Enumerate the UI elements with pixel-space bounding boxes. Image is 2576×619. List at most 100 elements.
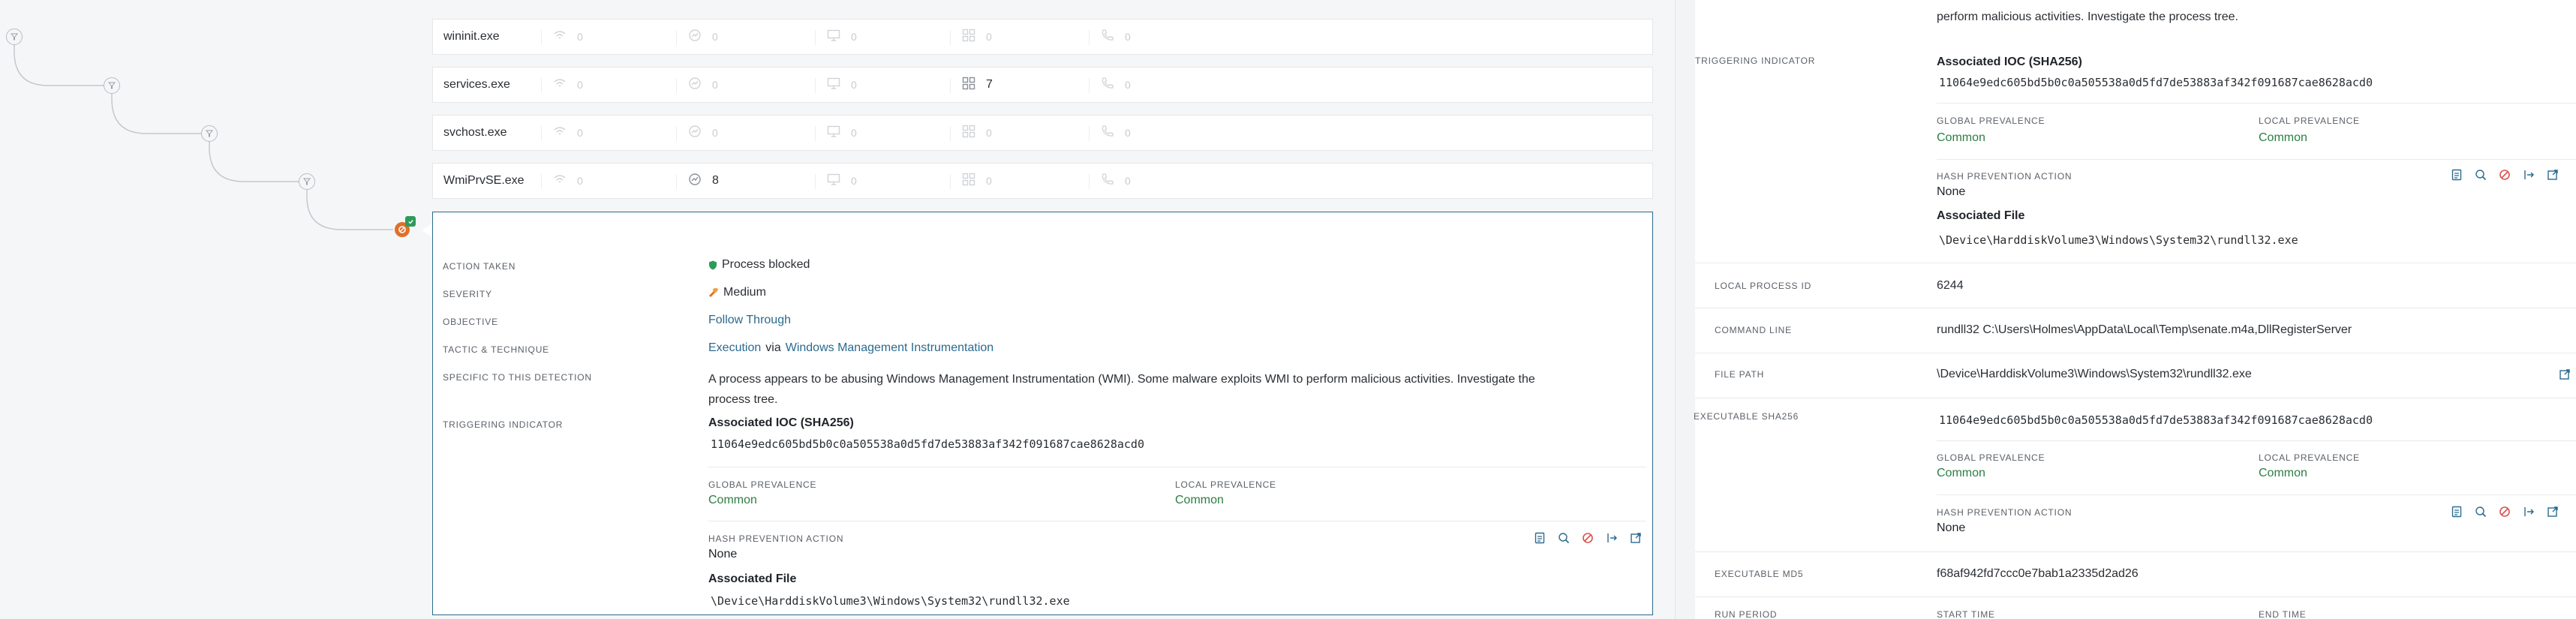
tree-node-wmiprvse[interactable] [299,173,315,190]
search-icon[interactable] [2474,168,2487,182]
process-tree-panel: wininit.exe 0 0 0 0 0 services.exe 0 0 0 7 0 svchost… [0,0,1675,619]
calls-stat[interactable]: 0 [1101,29,1131,46]
phone-icon [1101,77,1114,94]
objective-label: OBJECTIVE [443,317,498,327]
external-link-icon[interactable] [2558,368,2571,381]
process-name: wininit.exe [443,30,500,43]
run-period-label: RUN PERIOD [1715,609,1778,619]
start-time-label: START TIME [1937,609,1995,619]
monitor-icon [827,173,840,189]
tactic-link[interactable]: Execution [708,341,761,355]
network-stat[interactable]: 0 [553,29,583,45]
tree-node-rundll32-alert[interactable] [393,216,416,239]
executable-sha256-label: EXECUTABLE SHA256 [1694,411,1799,422]
registry-stat[interactable]: 0 [827,29,857,45]
column-divider [1089,174,1090,189]
external-link-icon[interactable] [2546,168,2559,182]
local-process-id-label: LOCAL PROCESS ID [1715,281,1812,291]
executable-sha256-value: 11064e9edc605bd5b0c0a505538a0d5fd7de5388… [1939,413,2373,427]
exe-local-prevalence-label: LOCAL PREVALENCE [2259,452,2360,463]
search-icon[interactable] [1557,531,1571,545]
action-taken-value: Process blocked [708,258,810,272]
files-stat[interactable]: 0 [962,29,992,46]
exe-hash-prevention-action-value: None [1937,521,1966,534]
end-time-label: END TIME [2259,609,2307,619]
objective-link[interactable]: Follow Through [708,314,791,327]
column-divider [815,126,816,141]
tree-node-wininit[interactable] [6,29,23,45]
document-icon[interactable] [2450,505,2463,518]
external-link-icon[interactable] [2546,505,2559,518]
associated-file-title: Associated File [708,572,797,585]
files-stat[interactable]: 0 [962,125,992,142]
block-hash-icon[interactable] [2498,168,2511,182]
files-count: 0 [986,31,992,43]
export-icon[interactable] [2522,505,2535,518]
registry-stat[interactable]: 0 [827,173,857,189]
side-local-prevalence-value: Common [2259,131,2307,144]
calls-stat[interactable]: 0 [1101,77,1131,94]
files-stat[interactable]: 0 [962,173,992,190]
calls-stat[interactable]: 0 [1101,173,1131,190]
tree-node-services[interactable] [104,77,120,94]
hash-prevention-action-value: None [708,548,738,560]
tree-connectors [14,37,398,230]
process-row[interactable]: services.exe 0 0 0 7 0 [432,67,1653,103]
dns-stat[interactable]: 0 [688,29,718,46]
calls-stat[interactable]: 0 [1101,125,1131,142]
severity-medium-icon [708,287,719,298]
column-divider [676,30,677,45]
column-divider [541,78,542,93]
document-icon[interactable] [2450,168,2463,182]
file-path-value: \Device\HarddiskVolume3\Windows\System32… [1937,368,2252,380]
registry-stat[interactable]: 0 [827,77,857,93]
global-prevalence-value: Common [708,494,757,506]
tactic-via-text: via [765,341,781,354]
column-divider [676,126,677,141]
exe-global-prevalence-value: Common [1937,467,1985,479]
tree-node-svchost[interactable] [201,125,218,142]
process-row[interactable]: svchost.exe 0 0 0 0 0 [432,115,1653,151]
block-hash-icon[interactable] [1581,531,1595,545]
network-stat[interactable]: 0 [553,77,583,93]
document-icon[interactable] [1533,531,1547,545]
technique-link[interactable]: Windows Management Instrumentation [786,341,993,355]
dns-icon [688,29,702,46]
separator [1937,159,2576,160]
separator [1695,596,2576,597]
registry-count: 0 [851,127,857,139]
side-hash-action-icons [2450,168,2559,182]
detection-side-panel: perform malicious activities. Investigat… [1675,0,2576,619]
local-prevalence-value: Common [1175,494,1224,506]
dns-stat[interactable]: 8 [688,173,719,190]
process-row[interactable]: WmiPrvSE.exe 0 8 0 0 0 [432,163,1653,199]
column-divider [676,78,677,93]
dns-count: 0 [712,31,718,43]
process-row[interactable]: wininit.exe 0 0 0 0 0 [432,19,1653,55]
side-specific-text-tail: perform malicious activities. Investigat… [1937,11,2238,23]
severity-value: Medium [708,286,766,299]
shield-icon [709,260,717,269]
column-divider [815,30,816,45]
side-hash-prevention-action-label: HASH PREVENTION ACTION [1937,171,2073,182]
export-icon[interactable] [2522,168,2535,182]
network-count: 0 [577,175,583,187]
side-ioc-hash: 11064e9edc605bd5b0c0a505538a0d5fd7de5388… [1939,76,2373,89]
registry-stat[interactable]: 0 [827,125,857,141]
dns-stat[interactable]: 0 [688,125,718,142]
command-line-value: rundll32 C:\Users\Holmes\AppData\Local\T… [1937,323,2352,336]
search-icon[interactable] [2474,505,2487,518]
dns-stat[interactable]: 0 [688,77,718,94]
column-divider [950,174,951,189]
side-associated-file-path: \Device\HarddiskVolume3\Windows\System32… [1939,233,2298,247]
external-link-icon[interactable] [1629,531,1643,545]
grid-icon [962,29,975,46]
column-divider [815,78,816,93]
network-stat[interactable]: 0 [553,125,583,141]
side-global-prevalence-label: GLOBAL PREVALENCE [1937,116,2045,126]
export-icon[interactable] [1605,531,1619,545]
block-hash-icon[interactable] [2498,505,2511,518]
column-divider [1089,30,1090,45]
network-stat[interactable]: 0 [553,173,583,189]
files-stat[interactable]: 7 [962,77,993,94]
